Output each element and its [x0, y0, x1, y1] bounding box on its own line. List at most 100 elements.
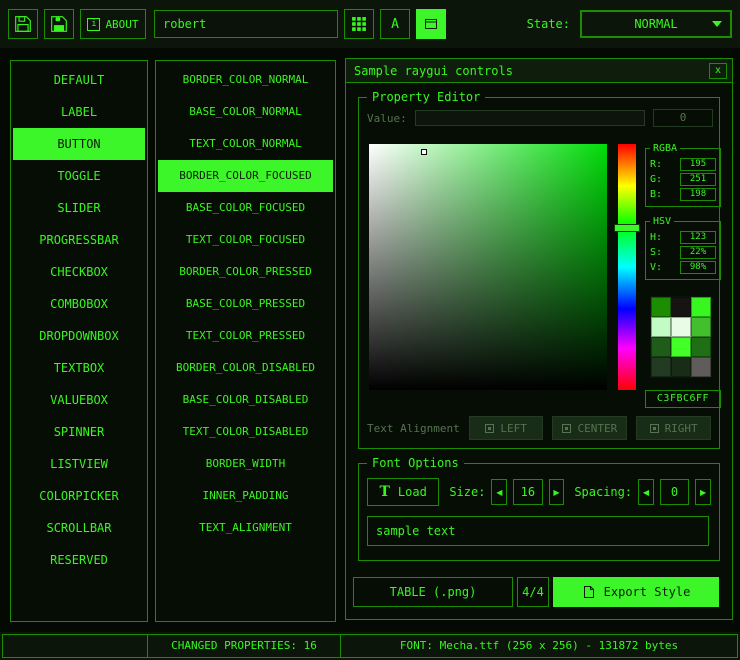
style-color-swatch[interactable]	[671, 357, 691, 377]
list-item-border_color_normal[interactable]: BORDER_COLOR_NORMAL	[158, 64, 333, 96]
status-changed-properties: CHANGED PROPERTIES: 16	[147, 634, 341, 658]
load-style-button[interactable]	[8, 9, 38, 39]
list-item-scrollbar[interactable]: SCROLLBAR	[13, 512, 145, 544]
list-item-inner_padding[interactable]: INNER_PADDING	[158, 480, 333, 512]
list-item-button[interactable]: BUTTON	[13, 128, 145, 160]
hue-slider-handle[interactable]	[614, 224, 640, 232]
style-table-view-button[interactable]	[344, 9, 374, 39]
list-item-dropdownbox[interactable]: DROPDOWNBOX	[13, 320, 145, 352]
state-value: NORMAL	[634, 17, 677, 31]
rgba-label: RGBA	[650, 142, 680, 156]
list-item-base_color_normal[interactable]: BASE_COLOR_NORMAL	[158, 96, 333, 128]
export-format-button[interactable]: TABLE (.png)	[353, 577, 513, 607]
value-slider[interactable]	[415, 110, 645, 126]
close-button[interactable]: x	[709, 63, 727, 79]
status-empty-box	[2, 634, 148, 658]
list-item-label[interactable]: LABEL	[13, 96, 145, 128]
font-options-group: Font Options T Load Size: ◀ 16 ▶ Spacing…	[358, 463, 720, 561]
window-titlebar[interactable]: Sample raygui controls x	[346, 59, 732, 83]
style-color-swatch[interactable]	[671, 337, 691, 357]
right-arrow-icon: ▶	[553, 488, 559, 497]
list-item-text_color_pressed[interactable]: TEXT_COLOR_PRESSED	[158, 320, 333, 352]
h-value: 123	[680, 231, 716, 244]
style-color-swatch[interactable]	[691, 337, 711, 357]
list-item-border_color_pressed[interactable]: BORDER_COLOR_PRESSED	[158, 256, 333, 288]
align-left-button[interactable]: LEFT	[469, 416, 544, 440]
list-item-border_color_focused[interactable]: BORDER_COLOR_FOCUSED	[158, 160, 333, 192]
sample-text-input[interactable]: sample text	[367, 516, 709, 546]
spacing-decrease-button[interactable]: ◀	[638, 479, 654, 505]
size-decrease-button[interactable]: ◀	[491, 479, 507, 505]
property-editor-group: Property Editor Value: 0 RGBA R:195 G	[358, 97, 720, 449]
style-name-input[interactable]	[154, 10, 338, 38]
export-style-button[interactable]: Export Style	[553, 577, 719, 607]
list-item-base_color_focused[interactable]: BASE_COLOR_FOCUSED	[158, 192, 333, 224]
rgba-group: RGBA R:195 G:251 B:198	[645, 148, 721, 207]
about-button[interactable]: i ABOUT	[80, 9, 146, 39]
export-style-label: Export Style	[604, 585, 691, 599]
hue-bar[interactable]	[618, 144, 636, 390]
status-font-info: FONT: Mecha.ttf (256 x 256) - 131872 byt…	[340, 634, 738, 658]
list-item-text_color_focused[interactable]: TEXT_COLOR_FOCUSED	[158, 224, 333, 256]
align-center-icon	[562, 424, 571, 433]
font-load-button[interactable]: T Load	[367, 478, 439, 506]
size-increase-button[interactable]: ▶	[549, 479, 565, 505]
align-left-label: LEFT	[500, 422, 527, 435]
list-item-colorpicker[interactable]: COLORPICKER	[13, 480, 145, 512]
font-atlas-button[interactable]: A	[380, 9, 410, 39]
list-item-reserved[interactable]: RESERVED	[13, 544, 145, 576]
list-item-border_color_disabled[interactable]: BORDER_COLOR_DISABLED	[158, 352, 333, 384]
property-editor-label: Property Editor	[367, 90, 485, 104]
b-value: 198	[680, 188, 716, 201]
style-color-swatch[interactable]	[691, 317, 711, 337]
font-load-label: Load	[398, 485, 427, 499]
text-alignment-row: Text Alignment LEFT CENTER RIGHT	[367, 416, 711, 440]
state-dropdown[interactable]: NORMAL	[580, 10, 732, 38]
align-right-icon	[650, 424, 659, 433]
style-color-swatch[interactable]	[651, 317, 671, 337]
list-item-checkbox[interactable]: CHECKBOX	[13, 256, 145, 288]
save-style-button[interactable]	[44, 9, 74, 39]
style-color-swatch[interactable]	[671, 317, 691, 337]
list-item-spinner[interactable]: SPINNER	[13, 416, 145, 448]
color-picker[interactable]	[369, 144, 607, 390]
v-label: V:	[650, 262, 662, 273]
list-item-default[interactable]: DEFAULT	[13, 64, 145, 96]
list-item-text_color_disabled[interactable]: TEXT_COLOR_DISABLED	[158, 416, 333, 448]
style-color-swatch[interactable]	[651, 357, 671, 377]
grid-icon	[351, 16, 367, 32]
list-item-text_alignment[interactable]: TEXT_ALIGNMENT	[158, 512, 333, 544]
list-item-base_color_pressed[interactable]: BASE_COLOR_PRESSED	[158, 288, 333, 320]
g-label: G:	[650, 174, 662, 185]
hsv-label: HSV	[650, 215, 674, 229]
align-center-label: CENTER	[577, 422, 617, 435]
style-color-swatch[interactable]	[691, 357, 711, 377]
controls-preview-button[interactable]	[416, 9, 446, 39]
list-item-valuebox[interactable]: VALUEBOX	[13, 384, 145, 416]
pages-indicator[interactable]: 4/4	[517, 577, 549, 607]
spacing-value-box[interactable]: 0	[660, 479, 689, 505]
color-picker-cursor[interactable]	[421, 149, 427, 155]
list-item-listview[interactable]: LISTVIEW	[13, 448, 145, 480]
align-right-button[interactable]: RIGHT	[636, 416, 711, 440]
list-item-progressbar[interactable]: PROGRESSBAR	[13, 224, 145, 256]
style-color-swatch[interactable]	[671, 297, 691, 317]
list-item-combobox[interactable]: COMBOBOX	[13, 288, 145, 320]
list-item-border_width[interactable]: BORDER_WIDTH	[158, 448, 333, 480]
list-item-text_color_normal[interactable]: TEXT_COLOR_NORMAL	[158, 128, 333, 160]
info-icon: i	[87, 18, 100, 31]
list-item-base_color_disabled[interactable]: BASE_COLOR_DISABLED	[158, 384, 333, 416]
window-title: Sample raygui controls	[354, 64, 513, 78]
style-color-swatch[interactable]	[651, 297, 671, 317]
style-color-swatch[interactable]	[651, 337, 671, 357]
list-item-textbox[interactable]: TEXTBOX	[13, 352, 145, 384]
hex-value-box[interactable]: C3FBC6FF	[645, 390, 721, 408]
spacing-increase-button[interactable]: ▶	[695, 479, 711, 505]
font-row: T Load Size: ◀ 16 ▶ Spacing: ◀ 0 ▶	[367, 478, 711, 506]
list-item-toggle[interactable]: TOGGLE	[13, 160, 145, 192]
align-center-button[interactable]: CENTER	[552, 416, 627, 440]
list-item-slider[interactable]: SLIDER	[13, 192, 145, 224]
style-color-swatch[interactable]	[691, 297, 711, 317]
size-value-box[interactable]: 16	[513, 479, 542, 505]
value-box[interactable]: 0	[653, 109, 713, 127]
